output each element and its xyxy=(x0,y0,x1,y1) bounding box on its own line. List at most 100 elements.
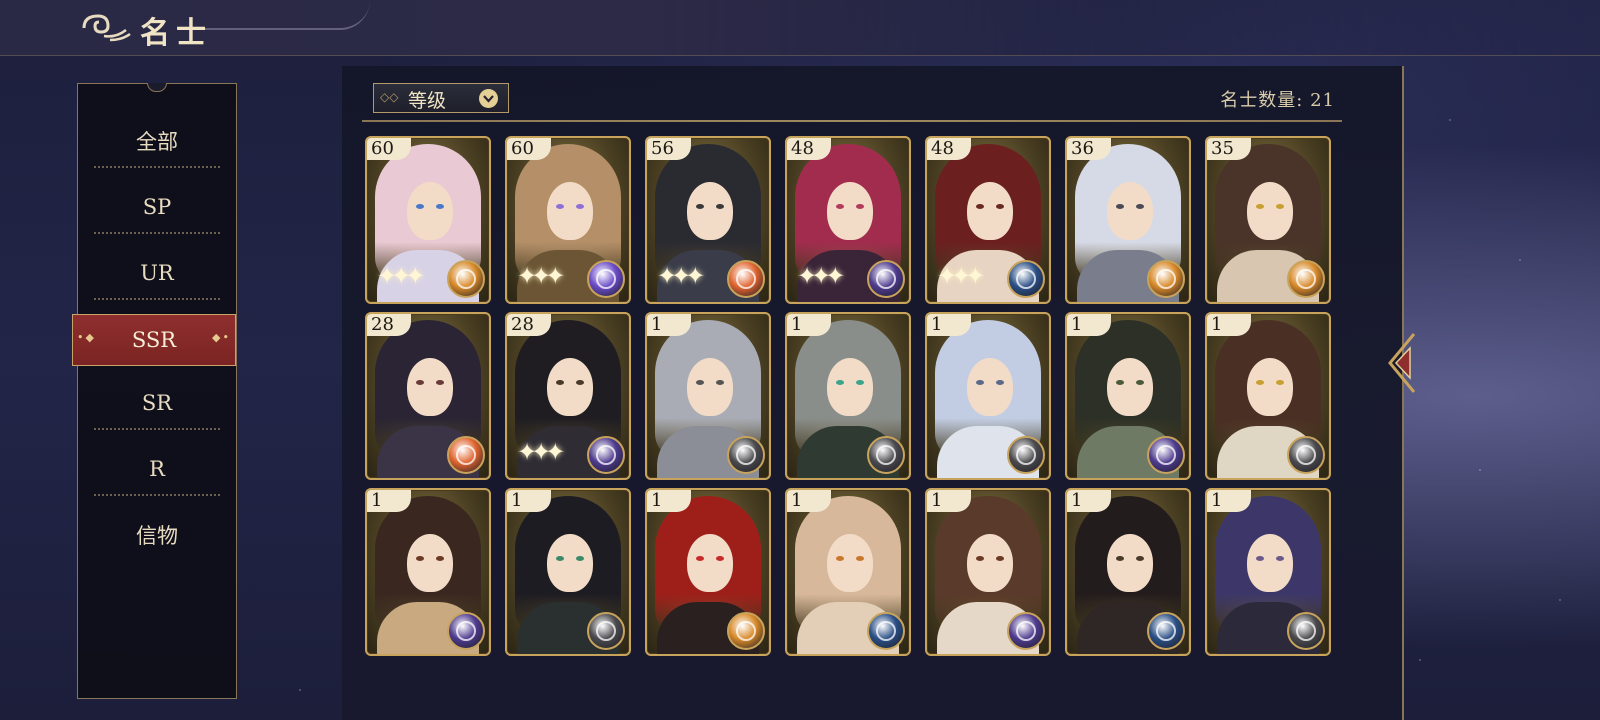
level-badge: 1 xyxy=(1207,490,1251,512)
sidebar-item-label: 信物 xyxy=(136,524,178,548)
fire-gold-orb-icon xyxy=(1147,260,1185,298)
rarity-filter-sidebar: 全部 SP UR SSR SR R 信物 xyxy=(72,83,237,699)
sparkle-icon: ✦✦✦ xyxy=(937,262,985,290)
level-badge: 1 xyxy=(647,314,691,336)
character-level: 1 xyxy=(1071,490,1083,511)
sidebar-item-ssr[interactable]: SSR xyxy=(72,314,236,366)
sort-label: 等级 xyxy=(408,90,447,112)
level-badge: 1 xyxy=(787,314,831,336)
character-level: 1 xyxy=(1211,490,1223,511)
character-level: 1 xyxy=(791,490,803,511)
character-card-grid: ✦✦✦ 60 ✦✦✦ 60 ✦✦✦ 56 ✦✦✦ 48 ✦✦✦ 48 36 35 28 ✦✦✦ 28 1 1 1 1… xyxy=(365,136,1340,666)
character-card[interactable]: 1 xyxy=(645,312,771,480)
character-level: 1 xyxy=(651,490,663,511)
character-level: 60 xyxy=(371,138,394,159)
sidebar-item-label: SR xyxy=(141,391,173,415)
character-card[interactable]: 1 xyxy=(1205,312,1331,480)
cloud-orb-icon xyxy=(1287,612,1325,650)
character-card[interactable]: 1 xyxy=(505,488,631,656)
character-level: 48 xyxy=(931,138,954,159)
moon-orb-icon xyxy=(1147,436,1185,474)
character-level: 1 xyxy=(371,490,383,511)
level-badge: 35 xyxy=(1207,138,1251,160)
level-badge: 1 xyxy=(1067,314,1111,336)
fire-gold-orb-icon xyxy=(1287,260,1325,298)
character-count: 名士数量: 21 xyxy=(1220,90,1335,111)
page-header: 名士 xyxy=(0,0,1600,56)
sparkle-icon: ✦✦✦ xyxy=(517,262,565,290)
character-card[interactable]: 36 xyxy=(1065,136,1191,304)
sort-dropdown[interactable]: ◇◇ 等级 xyxy=(373,83,509,113)
character-level: 1 xyxy=(931,490,943,511)
sidebar-item-label: R xyxy=(149,457,165,481)
cosmic-orb-icon xyxy=(587,260,625,298)
character-card[interactable]: 1 xyxy=(645,488,771,656)
fire-orb-icon xyxy=(727,260,765,298)
character-card[interactable]: 1 xyxy=(1065,488,1191,656)
level-badge: 1 xyxy=(1207,314,1251,336)
character-card[interactable]: ✦✦✦ 48 xyxy=(785,136,911,304)
cloud-orb-icon xyxy=(867,612,905,650)
character-card[interactable]: ✦✦✦ 60 xyxy=(365,136,491,304)
character-level: 56 xyxy=(651,138,674,159)
sidebar-item-ur[interactable]: UR xyxy=(94,246,220,300)
fire-gold-orb-icon xyxy=(447,260,485,298)
cloud-orb-icon xyxy=(1287,436,1325,474)
character-card[interactable]: ✦✦✦ 56 xyxy=(645,136,771,304)
character-card[interactable]: 1 xyxy=(1065,312,1191,480)
character-card[interactable]: 35 xyxy=(1205,136,1331,304)
level-badge: 1 xyxy=(1067,490,1111,512)
sparkle-icon: ✦✦✦ xyxy=(517,438,565,466)
collapse-arrow-icon[interactable] xyxy=(1384,330,1418,396)
character-card[interactable]: 1 xyxy=(365,488,491,656)
level-badge: 1 xyxy=(507,490,551,512)
level-badge: 1 xyxy=(787,490,831,512)
cloud-orb-icon xyxy=(587,612,625,650)
header-cloud-ornament xyxy=(200,0,370,30)
character-level: 1 xyxy=(1211,314,1223,335)
character-level: 28 xyxy=(371,314,394,335)
character-level: 60 xyxy=(511,138,534,159)
character-level: 1 xyxy=(931,314,943,335)
character-card[interactable]: ✦✦✦ 60 xyxy=(505,136,631,304)
cloud-orb-icon xyxy=(1007,260,1045,298)
level-badge: 1 xyxy=(367,490,411,512)
level-badge: 60 xyxy=(367,138,411,160)
sidebar-item-all[interactable]: 全部 xyxy=(94,114,220,168)
cloud-orb-icon xyxy=(1007,436,1045,474)
sidebar-item-sr[interactable]: SR xyxy=(94,376,220,430)
level-badge: 1 xyxy=(927,314,971,336)
level-badge: 36 xyxy=(1067,138,1111,160)
sparkle-icon: ✦✦✦ xyxy=(377,262,425,290)
diamond-ornament-icon: ◇◇ xyxy=(380,90,399,104)
sidebar-item-r[interactable]: R xyxy=(94,442,220,496)
character-card[interactable]: ✦✦✦ 48 xyxy=(925,136,1051,304)
level-badge: 1 xyxy=(647,490,691,512)
character-card[interactable]: 1 xyxy=(1205,488,1331,656)
level-badge: 28 xyxy=(367,314,411,336)
level-badge: 48 xyxy=(787,138,831,160)
cloud-orb-icon xyxy=(727,436,765,474)
character-level: 1 xyxy=(651,314,663,335)
character-level: 48 xyxy=(791,138,814,159)
character-level: 36 xyxy=(1071,138,1094,159)
level-badge: 28 xyxy=(507,314,551,336)
level-badge: 56 xyxy=(647,138,691,160)
sidebar-item-label: SP xyxy=(142,195,172,219)
moon-orb-icon xyxy=(1007,612,1045,650)
level-badge: 60 xyxy=(507,138,551,160)
sidebar-item-sp[interactable]: SP xyxy=(94,180,220,234)
character-card[interactable]: 1 xyxy=(925,312,1051,480)
sparkle-icon: ✦✦✦ xyxy=(657,262,705,290)
moon-orb-icon xyxy=(587,436,625,474)
sidebar-item-label: 全部 xyxy=(136,130,178,154)
character-card[interactable]: 1 xyxy=(785,312,911,480)
character-level: 1 xyxy=(1071,314,1083,335)
character-card[interactable]: 28 xyxy=(365,312,491,480)
level-badge: 1 xyxy=(927,490,971,512)
sidebar-item-token[interactable]: 信物 xyxy=(94,508,220,562)
character-card[interactable]: ✦✦✦ 28 xyxy=(505,312,631,480)
cloud-orb-icon xyxy=(867,436,905,474)
character-card[interactable]: 1 xyxy=(925,488,1051,656)
character-card[interactable]: 1 xyxy=(785,488,911,656)
